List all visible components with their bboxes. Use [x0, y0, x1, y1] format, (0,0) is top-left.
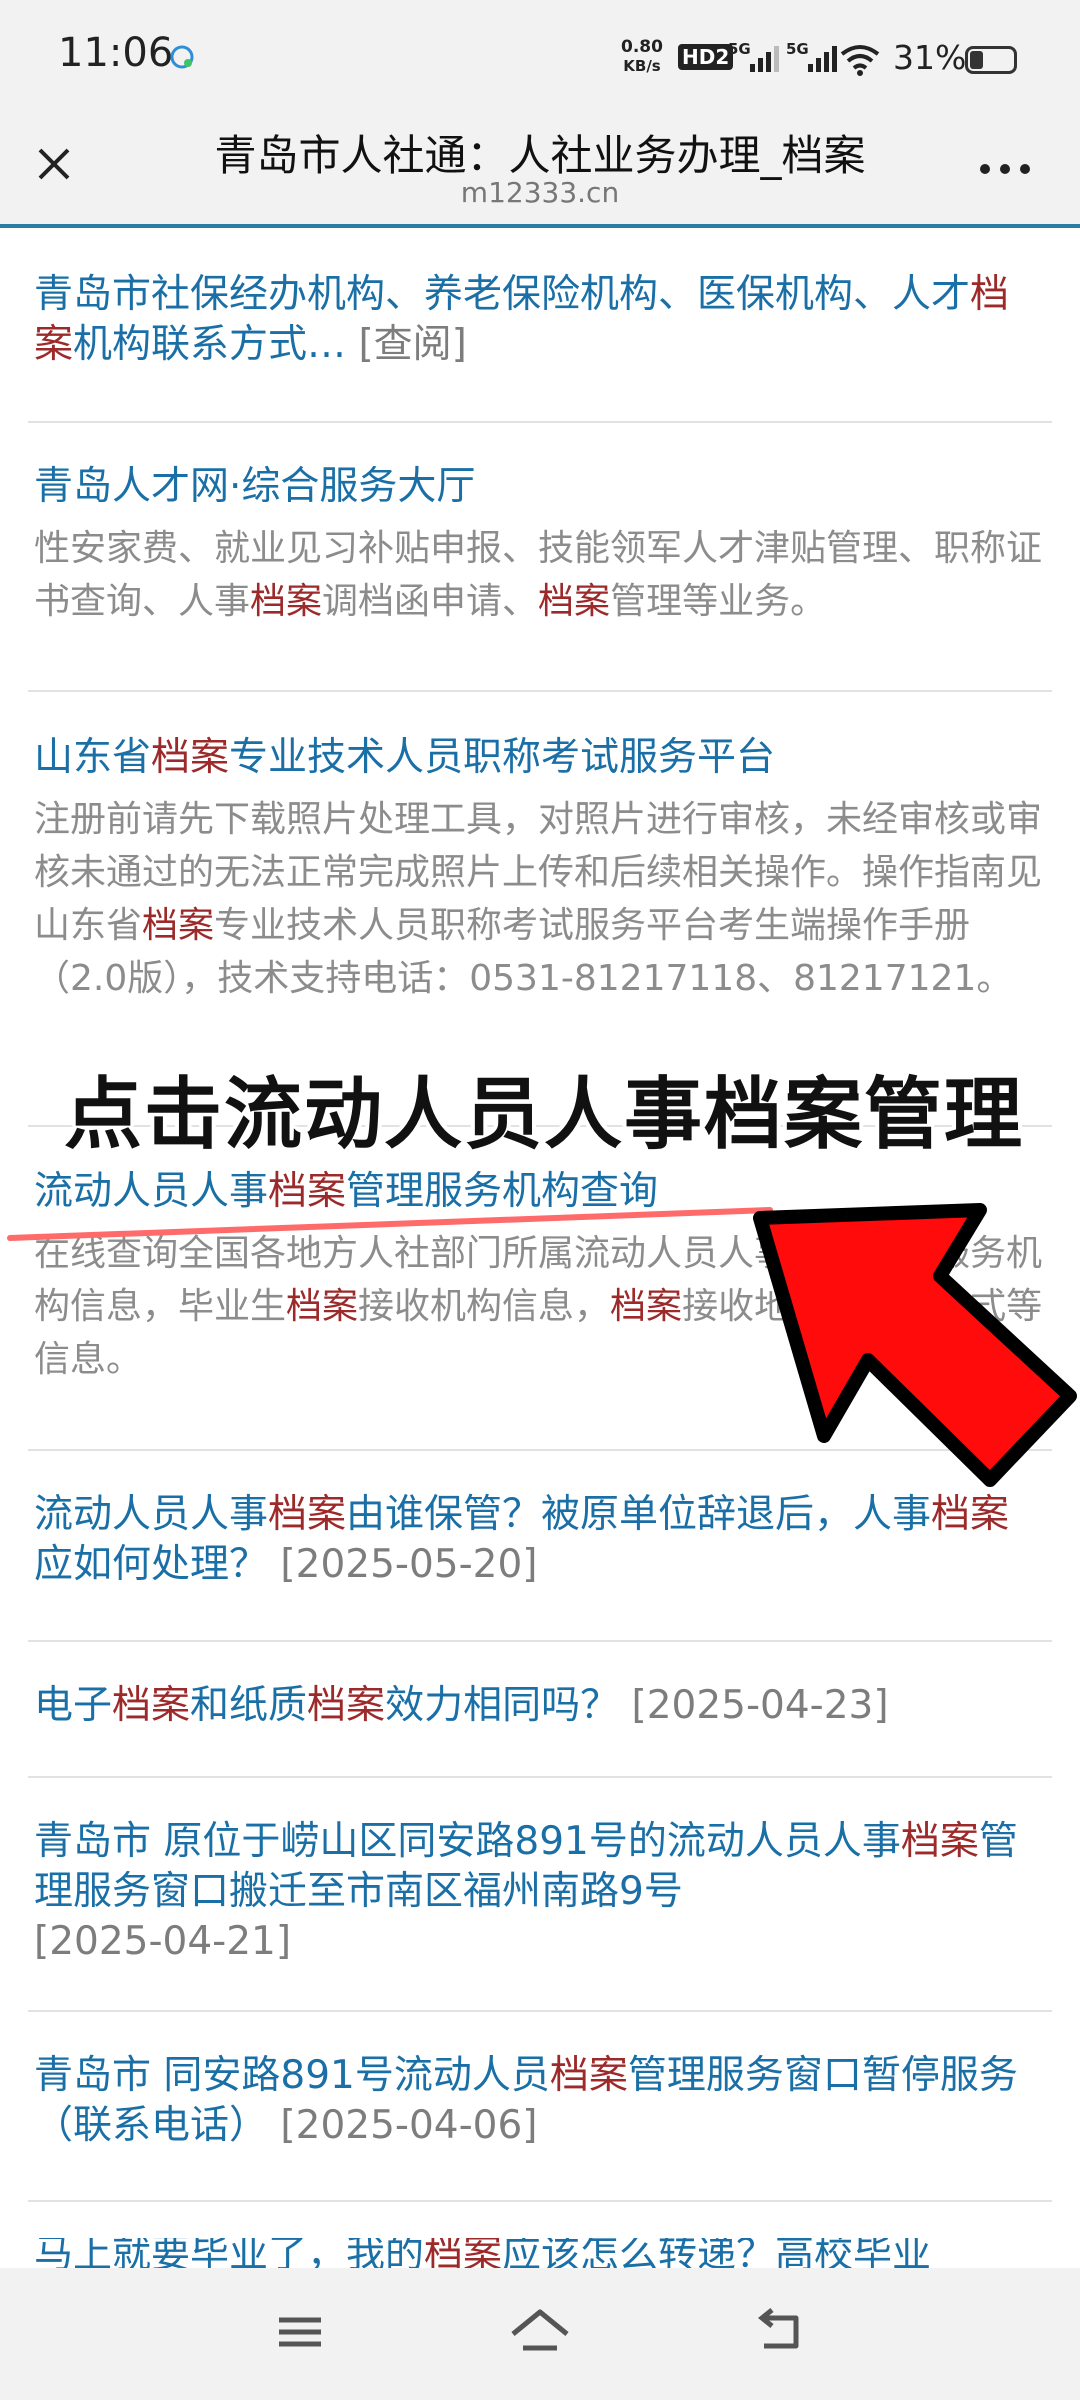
- page-load-bar: [0, 224, 1080, 228]
- result-date: [2025-04-06]: [280, 2103, 538, 2148]
- status-time: 11:06: [58, 30, 174, 76]
- result-title-link[interactable]: 电子档案和纸质档案效力相同吗？ [2025-04-23]: [34, 1681, 1044, 1731]
- back-icon[interactable]: [746, 2302, 816, 2362]
- svg-text:5G: 5G: [786, 40, 809, 58]
- menu-icon[interactable]: [265, 2302, 335, 2362]
- list-item[interactable]: 马上就要毕业了，我的档案应该怎么转递？高校毕业: [34, 2238, 1044, 2268]
- divider: [28, 421, 1052, 423]
- more-menu-icon[interactable]: [975, 154, 1035, 184]
- result-date: [2025-04-21]: [34, 1919, 292, 1964]
- annotation-text: 点击流动人员人事档案管理: [64, 1070, 1025, 1160]
- divider: [28, 690, 1052, 692]
- divider: [28, 1640, 1052, 1642]
- wifi-icon: [840, 45, 880, 76]
- divider: [28, 2200, 1052, 2202]
- chat-notification-icon: [170, 45, 194, 69]
- battery-percent: 31%: [893, 38, 967, 77]
- result-title-link[interactable]: 青岛市 同安路891号流动人员档案管理服务窗口暂停服务（联系电话） [2025-…: [34, 2051, 1044, 2151]
- list-item[interactable]: 山东省档案专业技术人员职称考试服务平台 注册前请先下载照片处理工具，对照片进行审…: [34, 733, 1044, 1005]
- hd-voice-badge: HD2: [678, 44, 734, 70]
- status-bar: 11:06 0.80 KB/s HD2 5G 5G 31%: [0, 0, 1080, 118]
- divider: [28, 1776, 1052, 1778]
- browser-title-bar: 青岛市人社通：人社业务办理_档案 m12333.cn: [0, 118, 1080, 226]
- result-date: [查阅]: [358, 322, 467, 367]
- list-item[interactable]: 青岛市 同安路891号流动人员档案管理服务窗口暂停服务（联系电话） [2025-…: [34, 2051, 1044, 2151]
- red-arrow-pointer: [753, 1203, 1077, 1487]
- battery-icon: [965, 46, 1017, 74]
- list-item[interactable]: 青岛市社保经办机构、养老保险机构、医保机构、人才档案机构联系方式… [查阅]: [34, 270, 1044, 370]
- result-description: 性安家费、就业见习补贴申报、技能领军人才津贴管理、职称证书查询、人事档案调档函申…: [34, 528, 1043, 622]
- result-date: [2025-05-20]: [280, 1542, 538, 1587]
- list-item[interactable]: 电子档案和纸质档案效力相同吗？ [2025-04-23]: [34, 1681, 1044, 1731]
- signal-5g-icon: 5G: [728, 40, 779, 72]
- result-date: [2025-04-23]: [631, 1683, 889, 1728]
- net-speed: 0.80 KB/s: [621, 37, 663, 76]
- divider: [28, 2010, 1052, 2012]
- result-title-link[interactable]: 青岛市 原位于崂山区同安路891号的流动人员人事档案管理服务窗口搬迁至市南区福州…: [34, 1817, 1044, 1967]
- page-url: m12333.cn: [460, 176, 620, 209]
- page-title: 青岛市人社通：人社业务办理_档案: [214, 131, 866, 180]
- result-description: 注册前请先下载照片处理工具，对照片进行审核，未经审核或审核未通过的无法正常完成照…: [34, 799, 1043, 999]
- close-icon[interactable]: [24, 134, 84, 194]
- result-title-link[interactable]: 马上就要毕业了，我的档案应该怎么转递？高校毕业: [34, 2238, 1044, 2268]
- list-item[interactable]: 青岛人才网·综合服务大厅 性安家费、就业见习补贴申报、技能领军人才津贴管理、职称…: [34, 462, 1044, 628]
- list-item[interactable]: 青岛市 原位于崂山区同安路891号的流动人员人事档案管理服务窗口搬迁至市南区福州…: [34, 1817, 1044, 1967]
- result-title-link[interactable]: 青岛人才网·综合服务大厅: [34, 462, 1044, 512]
- signal-5g-icon: 5G: [786, 40, 837, 72]
- result-title-link[interactable]: 青岛市社保经办机构、养老保险机构、医保机构、人才档案机构联系方式… [查阅]: [34, 270, 1044, 370]
- svg-text:5G: 5G: [728, 40, 751, 58]
- highlight-underline: [7, 1207, 773, 1241]
- system-nav-bar: [0, 2268, 1080, 2400]
- result-title-link[interactable]: 山东省档案专业技术人员职称考试服务平台: [34, 733, 1044, 783]
- home-icon[interactable]: [505, 2302, 575, 2362]
